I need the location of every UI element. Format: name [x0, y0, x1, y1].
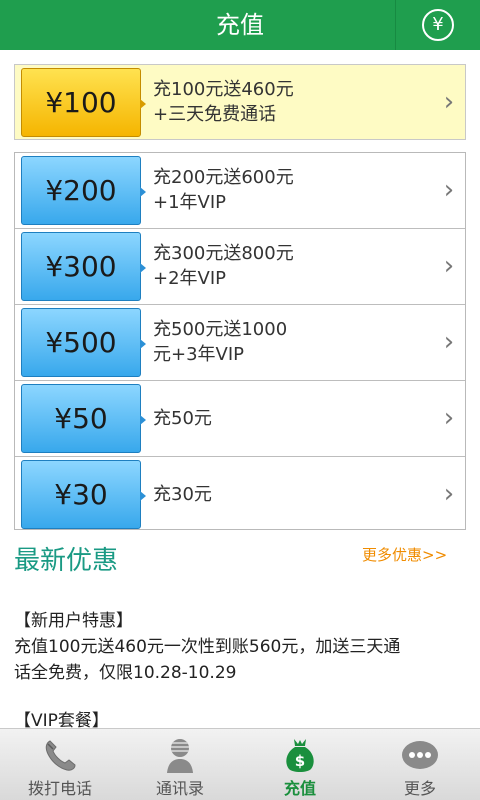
recharge-button[interactable]: ¥ [396, 0, 480, 50]
yen-icon: ¥ [422, 9, 454, 41]
price-button[interactable]: ¥30 [21, 460, 146, 529]
price-button[interactable]: ¥50 [21, 384, 146, 453]
phone-icon [45, 740, 76, 771]
price-button[interactable]: ¥300 [21, 232, 146, 301]
package-desc-line1: 充50元 [153, 408, 212, 429]
package-description: 充500元送1000 元+3年VIP [153, 317, 423, 367]
svg-text:$: $ [295, 752, 305, 770]
package-row[interactable]: ¥500 充500元送1000 元+3年VIP › [15, 305, 465, 380]
bottom-tab-bar: 拨打电话 通讯录 $ 充值 更多 [0, 728, 480, 800]
tab-label: 通讯录 [155, 779, 204, 798]
package-description: 充300元送800元 +2年VIP [153, 241, 423, 291]
package-description: 充100元送460元 +三天免费通话 [153, 77, 423, 127]
package-description: 充30元 [153, 482, 423, 507]
tab-label: 更多 [403, 779, 436, 798]
money-bag-icon: $ [286, 739, 314, 772]
tab-more[interactable]: 更多 [360, 729, 480, 800]
tab-label: 拨打电话 [27, 779, 92, 798]
tab-contacts[interactable]: 通讯录 [120, 729, 240, 800]
more-icon [402, 741, 438, 769]
featured-package-group: ¥100 充100元送460元 +三天免费通话 › [14, 64, 466, 140]
package-desc-line2: +2年VIP [153, 268, 227, 289]
chevron-right-icon: › [443, 327, 455, 357]
chevron-right-icon: › [443, 175, 455, 205]
package-desc-line2: 元+3年VIP [153, 344, 245, 365]
package-row[interactable]: ¥30 充30元 › [15, 457, 465, 532]
tab-recharge[interactable]: $ 充值 [240, 729, 360, 800]
more-promotions-link[interactable]: 更多优惠>> [362, 544, 447, 565]
package-description: 充200元送600元 +1年VIP [153, 165, 423, 215]
package-row[interactable]: ¥50 充50元 › [15, 381, 465, 456]
tab-dial[interactable]: 拨打电话 [0, 729, 120, 800]
title-bar: 充值 ¥ [0, 0, 480, 50]
package-desc-line2: +1年VIP [153, 192, 227, 213]
package-desc-line1: 充300元送800元 [153, 243, 294, 264]
package-row-featured[interactable]: ¥100 充100元送460元 +三天免费通话 › [15, 65, 465, 140]
package-desc-line1: 充100元送460元 [153, 79, 294, 100]
price-button[interactable]: ¥500 [21, 308, 146, 377]
package-desc-line2: +三天免费通话 [153, 104, 277, 125]
package-desc-line1: 充30元 [153, 484, 212, 505]
chevron-right-icon: › [443, 87, 455, 117]
promo-heading-new-user: 【新用户特惠】 [14, 611, 133, 631]
chevron-right-icon: › [443, 479, 455, 509]
package-list: ¥200 充200元送600元 +1年VIP › ¥300 充300元送800元… [14, 152, 466, 530]
package-desc-line1: 充500元送1000 [153, 319, 288, 340]
chevron-right-icon: › [443, 403, 455, 433]
promo-body-line2: 话全免费，仅限10.28-10.29 [14, 663, 237, 683]
package-row[interactable]: ¥300 充300元送800元 +2年VIP › [15, 229, 465, 304]
package-row[interactable]: ¥200 充200元送600元 +1年VIP › [15, 153, 465, 228]
promo-body-line1: 充值100元送460元一次性到账560元，加送三天通 [14, 637, 401, 657]
chevron-right-icon: › [443, 251, 455, 281]
tab-label: 充值 [283, 779, 316, 798]
price-button[interactable]: ¥200 [21, 156, 146, 225]
package-desc-line1: 充200元送600元 [153, 167, 294, 188]
package-description: 充50元 [153, 406, 423, 431]
promotions-title: 最新优惠 [14, 546, 119, 576]
price-button[interactable]: ¥100 [21, 68, 146, 137]
contacts-icon [167, 739, 193, 773]
